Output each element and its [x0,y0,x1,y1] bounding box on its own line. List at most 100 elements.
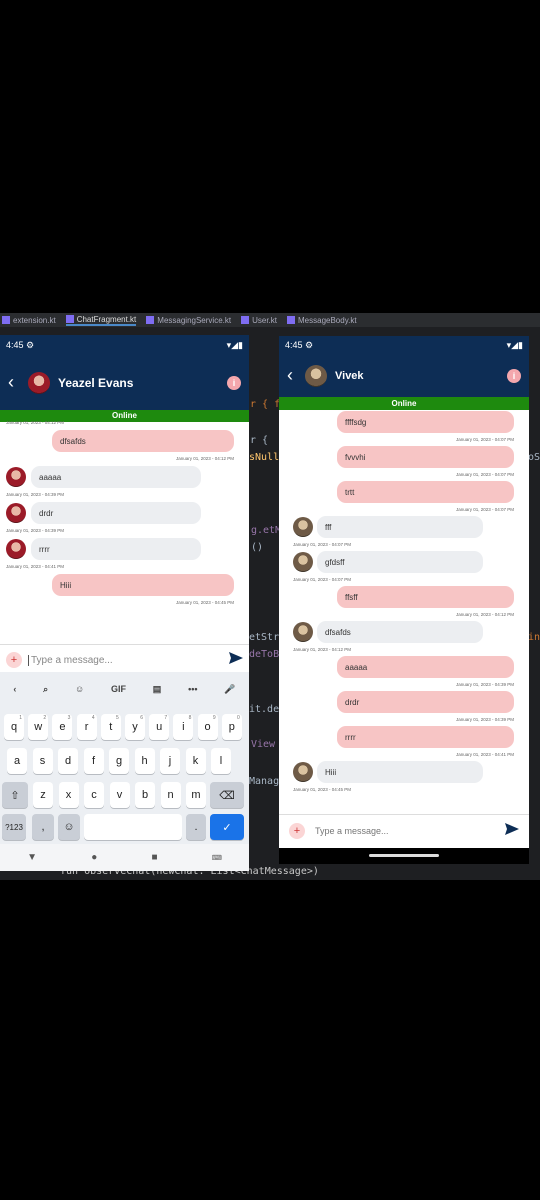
code-fragment: View [251,739,276,750]
key-i[interactable]: i8 [173,714,194,740]
avatar[interactable] [6,539,26,559]
avatar[interactable] [6,503,26,523]
message-bubble-outgoing[interactable]: aaaaa [337,656,514,678]
message-bubble-outgoing[interactable]: fvvvhi [337,446,514,468]
ide-tab[interactable]: ChatFragment.kt [65,315,137,326]
key-number-hint: 4 [91,715,95,721]
key-j[interactable]: j [160,748,180,774]
ide-tab[interactable]: MessagingService.kt [146,316,231,325]
ide-tab[interactable]: MessageBody.kt [287,316,357,325]
code-fragment: etStr [249,632,280,643]
message-timestamp: January 01, 2023 - 04:07 PM [293,577,352,582]
key-z[interactable]: z [33,782,53,808]
key-g[interactable]: g [109,748,129,774]
status-bar: 4:45 ⚙ ▾◢▮ [279,336,529,354]
message-list: January 01, 2023 - 04:12 PM dfsafds Januar… [0,420,249,634]
key-l[interactable]: l [211,748,231,774]
key-w[interactable]: w2 [28,714,49,740]
avatar[interactable] [293,762,313,782]
avatar[interactable] [6,467,26,487]
period-key[interactable]: . [186,814,206,840]
enter-key[interactable]: ✓ [210,814,244,840]
avatar[interactable] [293,517,313,537]
contact-name[interactable]: Yeazel Evans [58,376,133,390]
key-a[interactable]: a [7,748,27,774]
send-icon[interactable] [505,822,519,840]
key-c[interactable]: c [84,782,104,808]
symbols-key[interactable]: ?123 [2,814,26,840]
message-bubble-incoming[interactable]: Hiii [317,761,483,783]
message-bubble-outgoing[interactable]: dfsafds [52,430,234,452]
key-letter: e [59,721,66,733]
message-bubble-incoming[interactable]: rrrr [31,538,201,560]
key-r[interactable]: r4 [76,714,97,740]
message-timestamp: January 01, 2023 - 04:07 PM [455,437,514,442]
nav-home-icon[interactable]: ● [91,852,97,863]
key-u[interactable]: u7 [149,714,170,740]
key-s[interactable]: s [32,748,53,774]
send-icon[interactable] [229,651,243,669]
key-letter: p [228,721,235,733]
avatar[interactable] [305,364,327,387]
key-v[interactable]: v [109,782,130,808]
avatar[interactable] [293,552,313,572]
avatar[interactable] [28,371,50,394]
nav-recents-icon[interactable]: ■ [152,852,158,863]
keyboard-switch-icon[interactable]: ⌨ [212,854,222,862]
key-h[interactable]: h [134,748,155,774]
key-p[interactable]: p0 [221,714,242,740]
add-attachment-button[interactable]: + [6,652,22,668]
message-bubble-incoming[interactable]: aaaaa [31,466,201,488]
message-bubble-incoming[interactable]: dfsafds [317,621,483,643]
key-q[interactable]: q1 [4,714,24,740]
key-d[interactable]: d [58,748,78,774]
info-icon[interactable]: i [227,375,241,390]
key-b[interactable]: b [135,782,155,808]
key-x[interactable]: x [58,782,79,808]
contact-name[interactable]: Vivek [335,370,364,382]
message-bubble-outgoing[interactable]: rrrr [337,726,514,748]
ide-tab[interactable]: extension.kt [2,316,56,325]
nav-back-icon[interactable]: ▼ [27,852,37,863]
key-e[interactable]: e3 [52,714,73,740]
key-n[interactable]: n [160,782,181,808]
shift-key[interactable]: ⇧ [2,782,28,808]
message-bubble-incoming[interactable]: fff [317,516,483,538]
ide-tab[interactable]: User.kt [241,316,277,325]
divider [279,814,529,815]
key-number-hint: 6 [140,715,143,721]
key-k[interactable]: k [185,748,206,774]
message-bubble-outgoing[interactable]: ffffsdg [337,411,514,433]
key-number-hint: 3 [67,715,71,721]
back-arrow-icon[interactable]: ‹ [8,372,24,393]
key-o[interactable]: o9 [197,714,218,740]
emoji-key[interactable]: ☺ [58,814,80,840]
code-fragment: r { [250,435,269,446]
key-m[interactable]: m [186,782,206,808]
key-f[interactable]: f [83,748,104,774]
message-bubble-outgoing[interactable]: trtt [337,481,514,503]
add-attachment-button[interactable]: + [289,823,305,839]
info-icon[interactable]: i [507,368,521,383]
backspace-key[interactable]: ⌫ [210,782,244,808]
back-arrow-icon[interactable]: ‹ [287,365,301,386]
key-letter: y [132,721,138,733]
code-fragment: it.de [249,704,280,715]
message-bubble-outgoing[interactable]: ffsff [337,586,514,608]
comma-key[interactable]: , [32,814,54,840]
key-y[interactable]: y6 [125,714,145,740]
key-t[interactable]: t5 [100,714,121,740]
kotlin-file-icon [146,316,155,324]
clock: 4:45 [285,339,303,350]
home-indicator[interactable] [369,854,439,857]
message-bubble-incoming[interactable]: drdr [31,502,201,524]
message-bubble-outgoing[interactable]: drdr [337,691,514,713]
message-input[interactable]: Type a message... [28,654,229,666]
space-bar[interactable] [84,814,182,840]
message-bubble-outgoing[interactable]: Hiii [52,574,234,596]
ide-tab-bar: extension.kt ChatFragment.kt MessagingSe… [0,313,540,327]
message-input[interactable]: Type a message... [315,826,505,836]
status-bar: 4:45 ⚙ ▾◢▮ [0,335,249,355]
avatar[interactable] [293,622,313,642]
message-bubble-incoming[interactable]: gfdsff [317,551,483,573]
